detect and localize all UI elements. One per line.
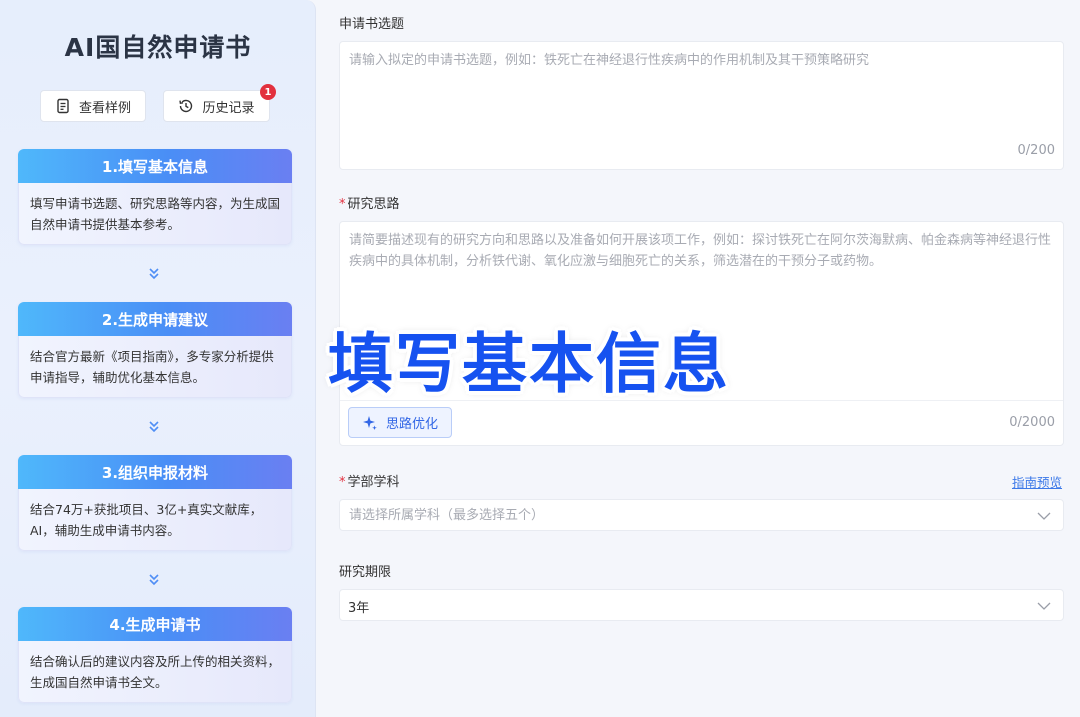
step-title: 2.生成申请建议 [18,302,292,336]
optimize-idea-button[interactable]: 思路优化 [348,407,452,438]
idea-label: * 研究思路 [339,193,400,212]
view-sample-button[interactable]: 查看样例 [40,90,146,122]
sidebar: AI国自然申请书 查看样例 历史记录 1 1.填写基本信息 填写申请书选题、研究… [0,0,316,717]
step-title: 1.填写基本信息 [18,149,292,183]
discipline-label: * 学部学科 [339,471,400,490]
required-mark: * [339,475,346,490]
topic-placeholder: 请输入拟定的申请书选题，例如：铁死亡在神经退行性疾病中的作用机制及其干预策略研究 [349,53,870,68]
step-card-4: 4.生成申请书 结合确认后的建议内容及所上传的相关资料，生成国自然申请书全文。 [18,607,292,703]
document-icon [55,98,71,114]
topic-input[interactable]: 请输入拟定的申请书选题，例如：铁死亡在神经退行性疾病中的作用机制及其干预策略研究… [339,41,1064,170]
topic-counter: 0/200 [1017,143,1055,158]
guide-preview-link[interactable]: 指南预览 [1012,472,1062,491]
discipline-select[interactable]: 请选择所属学科（最多选择五个） [339,499,1064,531]
chevron-down-icon [1037,602,1051,610]
app-title: AI国自然申请书 [64,33,252,62]
history-label: 历史记录 [202,100,255,116]
idea-placeholder: 请简要描述现有的研究方向和思路以及准备如何开展该项工作，例如：探讨铁死亡在阿尔茨… [349,233,1052,269]
step-card-1: 1.填写基本信息 填写申请书选题、研究思路等内容，为生成国自然申请书提供基本参考… [18,149,292,245]
step-desc: 结合官方最新《项目指南》，多专家分析提供申请指导，辅助优化基本信息。 [18,336,292,398]
step-desc: 结合确认后的建议内容及所上传的相关资料，生成国自然申请书全文。 [18,641,292,703]
history-badge: 1 [260,84,276,100]
period-value: 3年 [348,601,370,616]
step-title: 3.组织申报材料 [18,455,292,489]
discipline-placeholder: 请选择所属学科（最多选择五个） [349,508,545,523]
step-title: 4.生成申请书 [18,607,292,641]
step-desc: 填写申请书选题、研究思路等内容，为生成国自然申请书提供基本参考。 [18,183,292,245]
sparkle-icon [362,415,378,431]
double-chevron-down-icon [149,574,159,586]
view-sample-label: 查看样例 [78,100,131,116]
history-button[interactable]: 历史记录 1 [163,84,276,122]
chevron-down-icon [1037,512,1051,520]
overlay-caption: 填写基本信息 [328,327,731,402]
double-chevron-down-icon [149,268,159,280]
step-card-2: 2.生成申请建议 结合官方最新《项目指南》，多专家分析提供申请指导，辅助优化基本… [18,302,292,398]
period-select[interactable]: 3年 [339,589,1064,621]
optimize-idea-label: 思路优化 [385,417,438,432]
step-desc: 结合74万+获批项目、3亿+真实文献库，AI，辅助生成申请书内容。 [18,489,292,551]
required-mark: * [339,197,346,212]
double-chevron-down-icon [149,421,159,433]
idea-counter: 0/2000 [1009,415,1055,430]
idea-label-text: 研究思路 [347,197,400,212]
discipline-label-text: 学部学科 [347,475,400,490]
history-icon [178,98,194,114]
step-card-3: 3.组织申报材料 结合74万+获批项目、3亿+真实文献库，AI，辅助生成申请书内… [18,455,292,551]
topic-label: 申请书选题 [339,17,405,32]
period-label: 研究期限 [339,565,392,580]
